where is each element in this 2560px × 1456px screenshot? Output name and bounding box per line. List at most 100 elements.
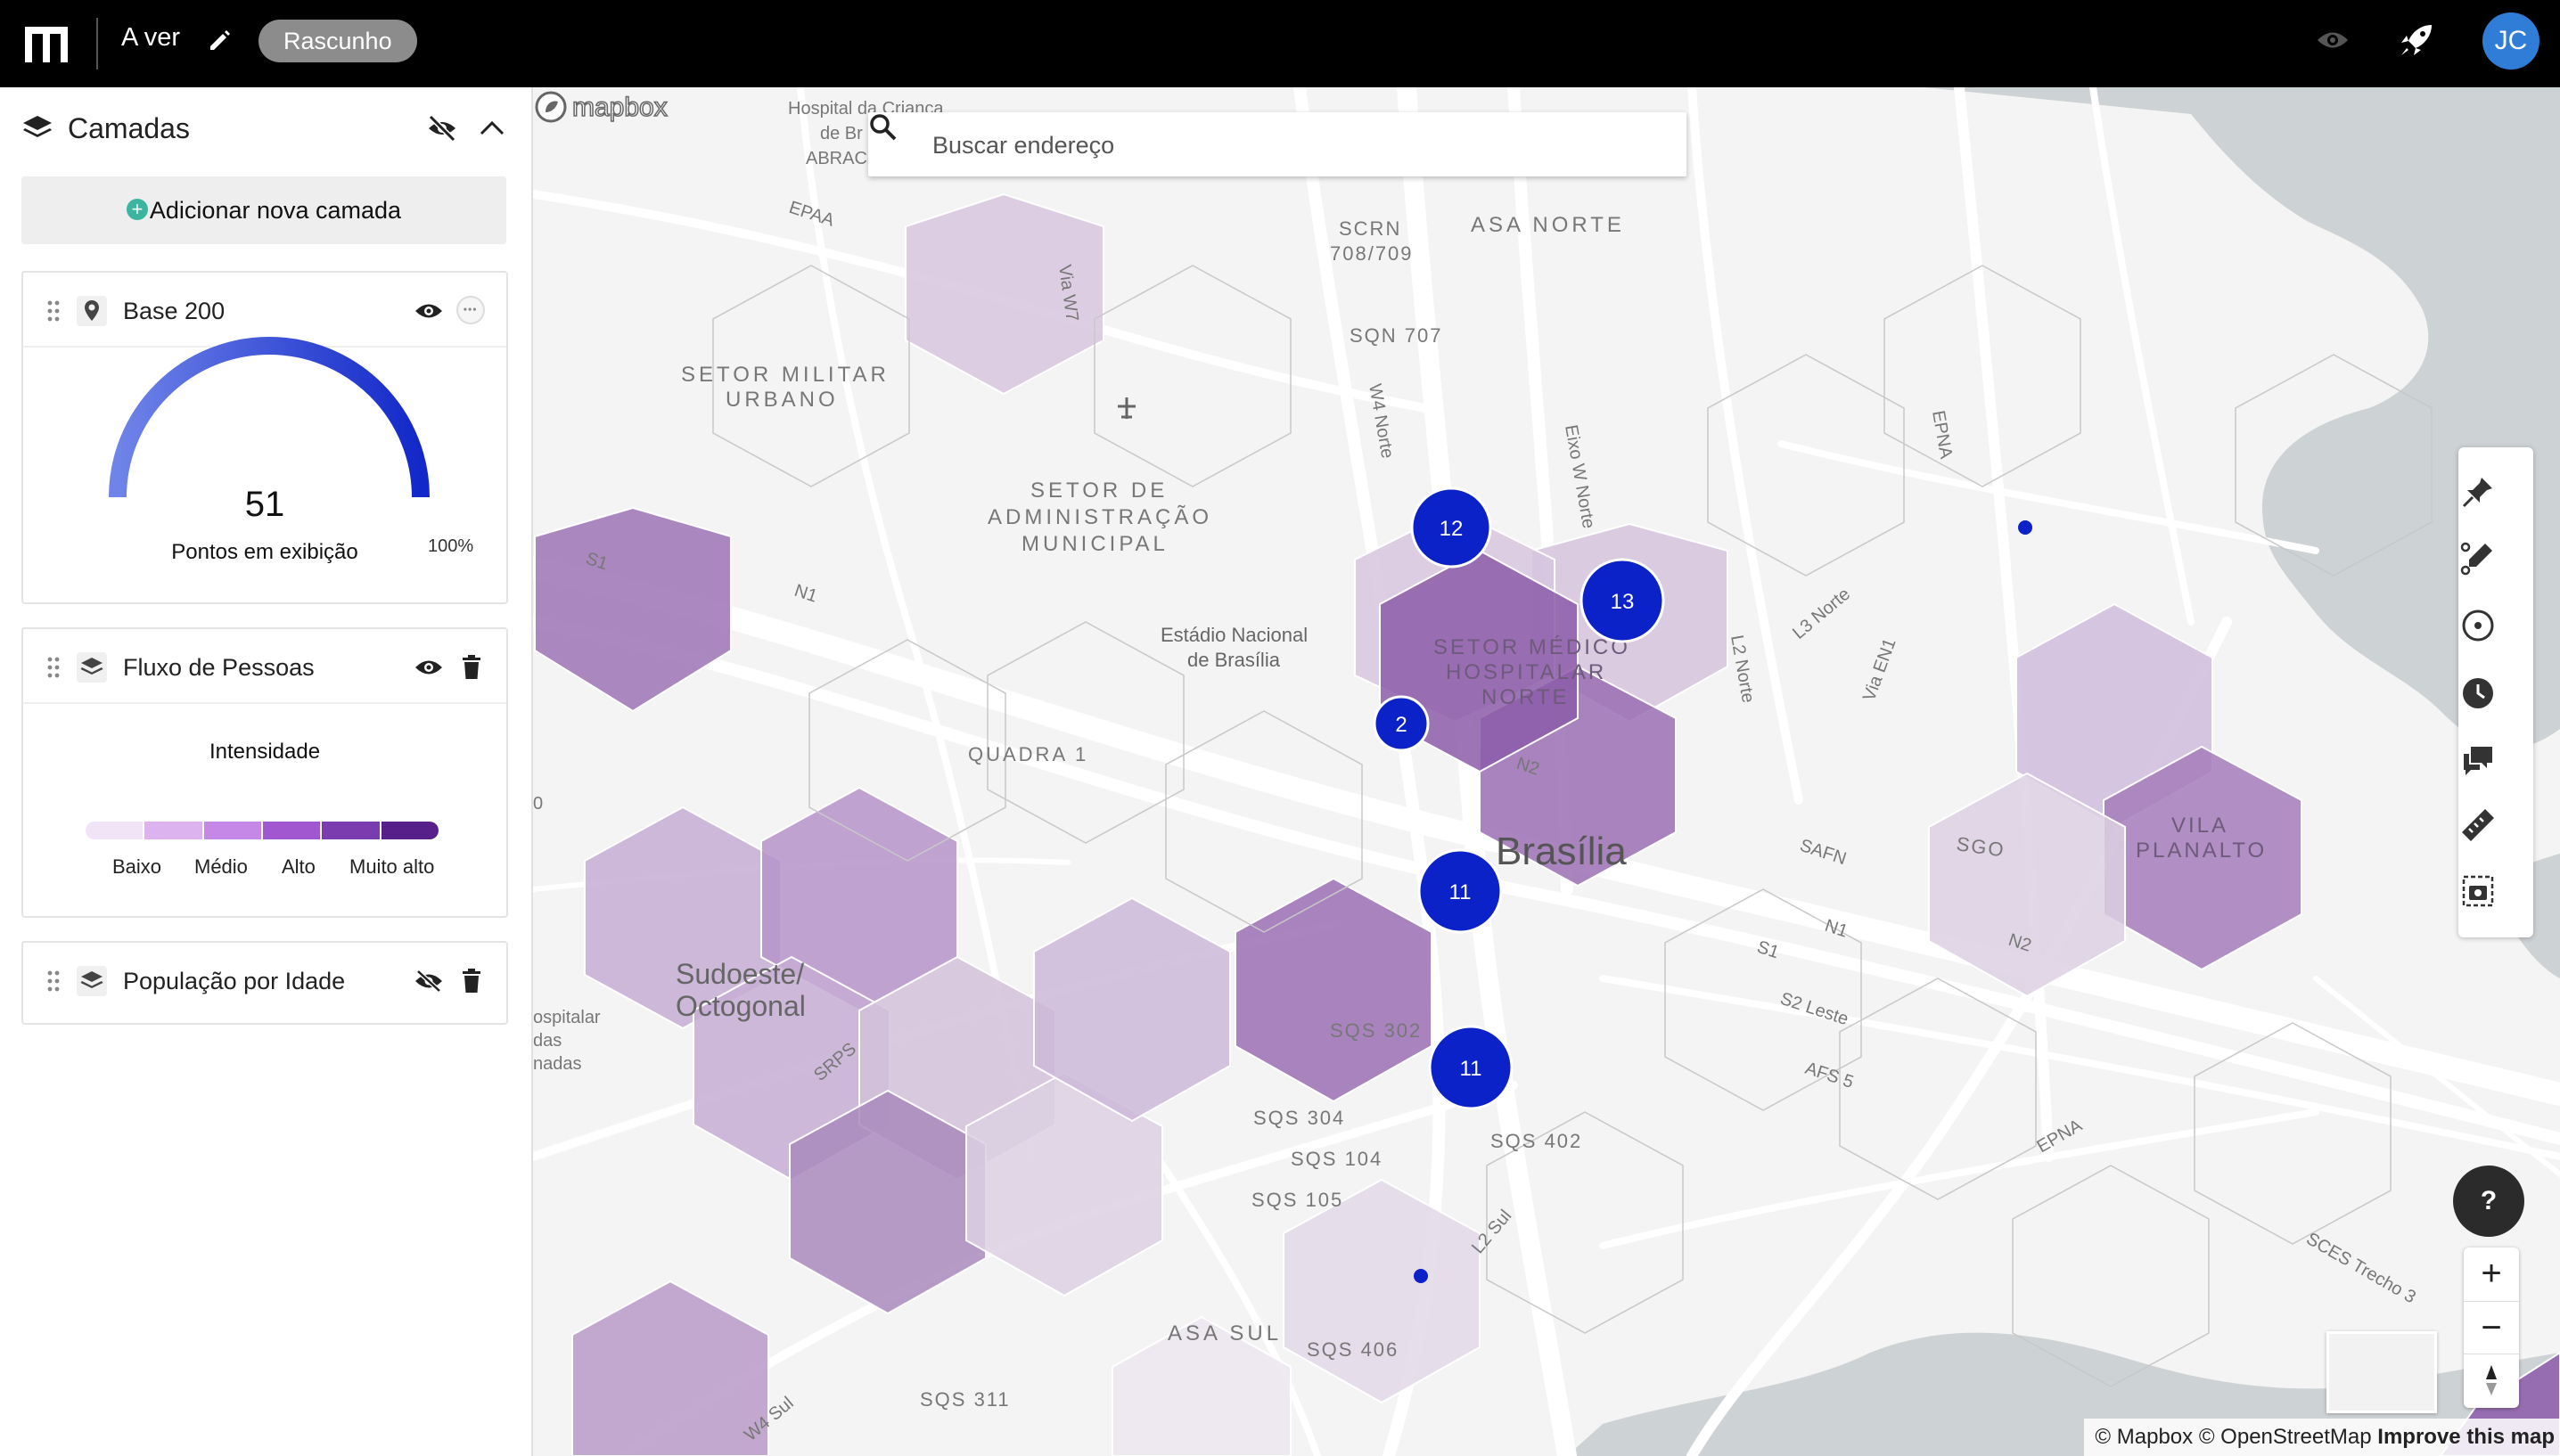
legend-label-low: Baixo xyxy=(112,855,162,878)
map-label-sqs304: SQS 304 xyxy=(1253,1107,1345,1129)
map-label-hospitalar: ospitalar xyxy=(533,1008,601,1027)
pin-tool-icon[interactable] xyxy=(2458,472,2498,511)
radius-tool-icon[interactable] xyxy=(2458,606,2498,645)
map-label-sudoeste-2: Octogonal xyxy=(676,990,806,1022)
map-label-sqs302: SQS 302 xyxy=(1330,1019,1422,1042)
cluster-count: 11 xyxy=(1449,880,1472,904)
isochrone-clock-icon[interactable] xyxy=(2458,674,2498,713)
drag-handle-icon[interactable] xyxy=(46,969,61,993)
layer-name: Base 200 xyxy=(123,298,226,324)
map-label-sces: SCES Trecho 3 xyxy=(2303,1229,2419,1307)
map-canvas[interactable]: Hospital da Criança de Br ABRAC EPAA Via… xyxy=(533,87,2560,1456)
map-label-sqs104: SQS 104 xyxy=(1291,1148,1383,1170)
map-label-w4-norte: W4 Norte xyxy=(1365,382,1397,460)
improve-map-link[interactable]: Improve this map xyxy=(2377,1425,2555,1449)
zoom-controls: + − xyxy=(2464,1247,2519,1408)
zoom-in-button[interactable]: + xyxy=(2464,1247,2519,1299)
search-icon[interactable] xyxy=(868,112,898,143)
map-label-setor-med-3: NORTE xyxy=(1481,685,1570,709)
minimap[interactable] xyxy=(2326,1331,2437,1413)
map-label-scrn-2: 708/709 xyxy=(1330,242,1414,265)
intensity-legend-bar xyxy=(86,822,439,839)
legend-swatch xyxy=(262,822,323,839)
map-label-estadio-2: de Brasília xyxy=(1187,649,1281,671)
layers-icon xyxy=(77,652,107,683)
map-svg[interactable]: Hospital da Criança de Br ABRAC EPAA Via… xyxy=(533,87,2560,1456)
sidebar-header: Camadas xyxy=(21,110,510,148)
map-attribution: © Mapbox © OpenStreetMap Improve this ma… xyxy=(2084,1419,2560,1456)
chevron-up-icon[interactable] xyxy=(478,116,506,139)
cluster-count: 11 xyxy=(1460,1057,1482,1081)
map-label-hospitalar-2: das xyxy=(533,1031,562,1051)
hide-all-layers-icon[interactable] xyxy=(426,112,458,144)
top-bar: A ver Rascunho JC xyxy=(0,0,2560,87)
preview-eye-icon[interactable] xyxy=(2316,27,2350,53)
map-label-asa-sul: ASA SUL xyxy=(1168,1321,1282,1346)
address-search-box xyxy=(868,112,1686,176)
eye-icon[interactable] xyxy=(414,656,444,679)
map-tools-toolbar xyxy=(2458,447,2533,937)
legend-label-very-high: Muito alto xyxy=(349,855,435,878)
project-title[interactable]: A ver xyxy=(121,23,180,53)
drag-handle-icon[interactable] xyxy=(46,656,61,679)
legend-swatch xyxy=(144,822,204,839)
trash-icon[interactable] xyxy=(460,968,483,994)
gauge-max-label: 100% xyxy=(428,536,474,556)
draw-tool-icon[interactable] xyxy=(2458,538,2498,577)
eye-off-icon[interactable] xyxy=(414,969,444,993)
user-avatar[interactable]: JC xyxy=(2482,12,2539,70)
layer-name: População por Idade xyxy=(123,968,346,994)
map-label-setor-med-2: HOSPITALAR xyxy=(1446,660,1606,684)
map-label-s2-leste: S2 Leste xyxy=(1777,989,1850,1029)
add-layer-button[interactable]: + Adicionar nova camada xyxy=(21,176,506,244)
map-label-setor-adm-2: ADMINISTRAÇÃO xyxy=(988,505,1212,529)
legend-title: Intensidade xyxy=(209,740,321,764)
mapbox-logo[interactable]: mapbox xyxy=(533,87,702,127)
hex-cell xyxy=(571,1280,769,1456)
map-label-setor-med: SETOR MÉDICO xyxy=(1433,635,1630,659)
compass-icon[interactable] xyxy=(2464,1354,2519,1406)
map-label-sudoeste: Sudoeste/ xyxy=(676,958,804,990)
hex-cell xyxy=(1283,1178,1481,1404)
pencil-icon[interactable] xyxy=(207,27,234,53)
drag-handle-icon[interactable] xyxy=(46,299,61,323)
more-options-icon[interactable] xyxy=(456,296,485,324)
topbar-divider xyxy=(96,18,98,70)
attribution-text[interactable]: © Mapbox © OpenStreetMap xyxy=(2095,1425,2371,1449)
map-label-sqn707: SQN 707 xyxy=(1350,324,1443,347)
trash-icon[interactable] xyxy=(460,654,483,681)
layer-card-fluxo-de-pessoas: Fluxo de Pessoas Intensidade Baixo Médio… xyxy=(21,627,508,918)
zoom-out-button[interactable]: − xyxy=(2464,1301,2519,1354)
rocket-icon[interactable] xyxy=(2398,21,2435,59)
legend-swatch xyxy=(86,822,145,839)
comments-icon[interactable] xyxy=(2458,740,2498,779)
help-button[interactable]: ? xyxy=(2453,1166,2524,1237)
map-label-scrn: SCRN xyxy=(1339,217,1401,240)
layer-card-base-200: Base 200 51 Pontos em exibição 100% xyxy=(21,271,508,604)
layers-icon xyxy=(77,966,107,996)
map-label-l2-norte: L2 Norte xyxy=(1727,634,1758,704)
map-label-zero: 0 xyxy=(533,794,543,814)
eye-icon[interactable] xyxy=(414,299,444,323)
map-point xyxy=(2018,520,2032,535)
svg-text:mapbox: mapbox xyxy=(572,93,668,122)
legend-swatch xyxy=(322,822,382,839)
layers-icon xyxy=(23,116,52,137)
map-label-sqs105: SQS 105 xyxy=(1251,1189,1343,1211)
app-logo-icon[interactable] xyxy=(21,21,71,66)
map-label-quadra1: QUADRA 1 xyxy=(968,743,1088,765)
airport-icon xyxy=(1118,397,1136,419)
ruler-icon[interactable] xyxy=(2458,806,2498,845)
card-divider xyxy=(23,702,506,704)
map-label-asa-norte: ASA NORTE xyxy=(1471,213,1625,237)
status-badge: Rascunho xyxy=(258,20,417,62)
screenshot-icon[interactable] xyxy=(2458,871,2498,911)
map-label-setor-adm: SETOR DE xyxy=(1030,479,1168,503)
search-input[interactable] xyxy=(931,123,1674,168)
map-label-brasilia: Brasília xyxy=(1496,830,1627,873)
plus-circle-icon: + xyxy=(126,198,148,220)
map-label-n1-west: N1 xyxy=(792,581,819,607)
cluster-count: 2 xyxy=(1395,713,1407,737)
map-label-sqs406: SQS 406 xyxy=(1307,1338,1399,1361)
map-label-sqs311: SQS 311 xyxy=(920,1388,1011,1411)
